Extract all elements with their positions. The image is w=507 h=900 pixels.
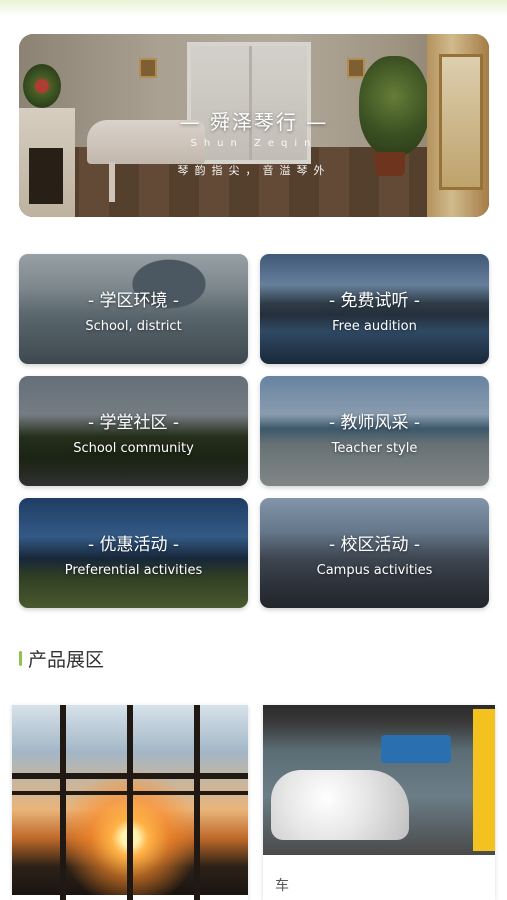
category-tile-free-audition[interactable]: - 免费试听 - Free audition	[260, 254, 489, 364]
product-card[interactable]: 车	[263, 705, 495, 900]
tile-title: - 学区环境 -	[87, 291, 180, 311]
tile-subtitle: Free audition	[332, 319, 417, 334]
tile-subtitle: School, district	[85, 319, 182, 334]
category-tile-campus-activities[interactable]: - 校区活动 - Campus activities	[260, 498, 489, 608]
tile-title: - 免费试听 -	[328, 291, 421, 311]
section-accent-bar	[19, 651, 22, 666]
banner-title: — 舜泽琴行 —	[179, 110, 329, 134]
tile-subtitle: Preferential activities	[64, 563, 203, 578]
product-card[interactable]	[12, 705, 248, 900]
tile-subtitle: Teacher style	[331, 441, 418, 456]
top-status-strip	[0, 0, 507, 16]
product-image-wall	[473, 709, 495, 851]
category-tile-teacher-style[interactable]: - 教师风采 - Teacher style	[260, 376, 489, 486]
tile-title: - 校区活动 -	[328, 535, 421, 555]
banner-slogan: 琴韵指尖，音溢琴外	[177, 164, 331, 177]
tile-title: - 优惠活动 -	[87, 535, 180, 555]
tile-subtitle: School community	[73, 441, 194, 456]
product-image-sign	[381, 735, 451, 763]
product-image-car	[271, 770, 409, 840]
category-tile-preferential-activities[interactable]: - 优惠活动 - Preferential activities	[19, 498, 248, 608]
banner-carousel[interactable]: — 舜泽琴行 — Shun Zeqin 琴韵指尖，音溢琴外	[19, 34, 489, 217]
tile-title: - 教师风采 -	[328, 413, 421, 433]
banner-subtitle: Shun Zeqin	[190, 138, 318, 149]
tile-title: - 学堂社区 -	[87, 413, 180, 433]
category-tile-school-community[interactable]: - 学堂社区 - School community	[19, 376, 248, 486]
product-caption: 车	[275, 878, 289, 894]
window-frame-image-detail	[12, 705, 248, 900]
category-tile-school-district[interactable]: - 学区环境 - School, district	[19, 254, 248, 364]
tile-subtitle: Campus activities	[316, 563, 433, 578]
products-section-title: 产品展区	[28, 649, 105, 671]
